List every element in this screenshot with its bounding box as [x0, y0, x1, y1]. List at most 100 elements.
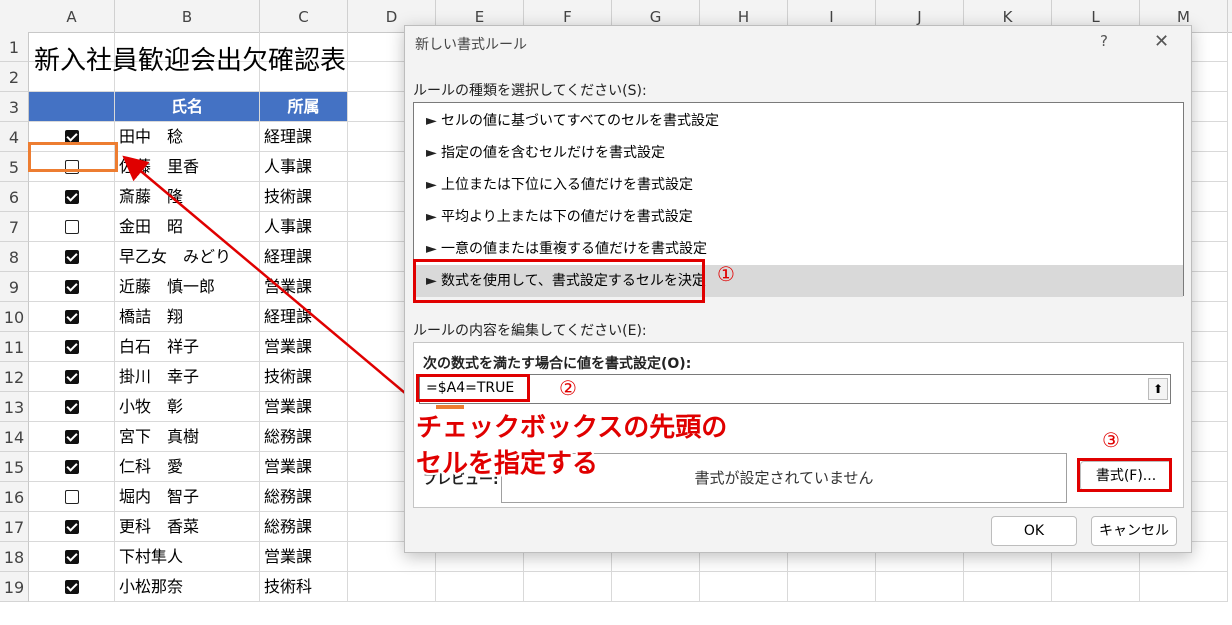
- checkbox-cell[interactable]: [29, 182, 115, 212]
- checked-checkbox-icon[interactable]: [65, 250, 79, 264]
- row-header-18[interactable]: 18: [0, 542, 29, 572]
- dept-cell[interactable]: 営業課: [260, 392, 348, 422]
- row-header-13[interactable]: 13: [0, 392, 29, 422]
- header-dept[interactable]: 所属: [260, 92, 348, 122]
- row-header-19[interactable]: 19: [0, 572, 29, 602]
- dept-cell[interactable]: 経理課: [260, 302, 348, 332]
- checked-checkbox-icon[interactable]: [65, 310, 79, 324]
- rule-type-item[interactable]: ► 平均より上または下の値だけを書式設定: [414, 201, 1183, 233]
- checkbox-cell[interactable]: [29, 422, 115, 452]
- row-header-3[interactable]: 3: [0, 92, 29, 122]
- name-cell[interactable]: 仁科 愛: [115, 452, 260, 482]
- row-header-12[interactable]: 12: [0, 362, 29, 392]
- collapse-dialog-icon[interactable]: ⬆: [1148, 378, 1168, 400]
- dept-cell[interactable]: 営業課: [260, 332, 348, 362]
- name-cell[interactable]: 橋詰 翔: [115, 302, 260, 332]
- name-cell[interactable]: 宮下 真樹: [115, 422, 260, 452]
- name-cell[interactable]: 近藤 慎一郎: [115, 272, 260, 302]
- checkbox-cell[interactable]: [29, 512, 115, 542]
- row-header-8[interactable]: 8: [0, 242, 29, 272]
- name-cell[interactable]: 下村隼人: [115, 542, 260, 572]
- row-header-5[interactable]: 5: [0, 152, 29, 182]
- checkbox-cell[interactable]: [29, 272, 115, 302]
- row-header-16[interactable]: 16: [0, 482, 29, 512]
- checkbox-cell[interactable]: [29, 572, 115, 602]
- close-icon[interactable]: ✕: [1154, 31, 1169, 52]
- dept-cell[interactable]: 技術課: [260, 362, 348, 392]
- row-header-1[interactable]: 1: [0, 32, 29, 62]
- row-header-14[interactable]: 14: [0, 422, 29, 452]
- name-cell[interactable]: 白石 祥子: [115, 332, 260, 362]
- name-cell[interactable]: 小牧 彰: [115, 392, 260, 422]
- dept-cell[interactable]: 経理課: [260, 242, 348, 272]
- dept-cell[interactable]: 人事課: [260, 152, 348, 182]
- dept-cell[interactable]: 総務課: [260, 422, 348, 452]
- cell[interactable]: [700, 572, 788, 602]
- checkbox-cell[interactable]: [29, 362, 115, 392]
- checked-checkbox-icon[interactable]: [65, 340, 79, 354]
- checked-checkbox-icon[interactable]: [65, 520, 79, 534]
- row-header-17[interactable]: 17: [0, 512, 29, 542]
- dept-cell[interactable]: 技術科: [260, 572, 348, 602]
- checked-checkbox-icon[interactable]: [65, 370, 79, 384]
- cell[interactable]: [348, 572, 436, 602]
- checkbox-cell[interactable]: [29, 302, 115, 332]
- cell[interactable]: [1052, 572, 1140, 602]
- checked-checkbox-icon[interactable]: [65, 550, 79, 564]
- name-cell[interactable]: 斎藤 隆: [115, 182, 260, 212]
- name-cell[interactable]: 早乙女 みどり: [115, 242, 260, 272]
- checked-checkbox-icon[interactable]: [65, 400, 79, 414]
- dept-cell[interactable]: 営業課: [260, 272, 348, 302]
- name-cell[interactable]: 金田 昭: [115, 212, 260, 242]
- checked-checkbox-icon[interactable]: [65, 580, 79, 594]
- dept-cell[interactable]: 総務課: [260, 512, 348, 542]
- row-header-7[interactable]: 7: [0, 212, 29, 242]
- row-header-15[interactable]: 15: [0, 452, 29, 482]
- name-cell[interactable]: 佐藤 里香: [115, 152, 260, 182]
- unchecked-checkbox-icon[interactable]: [65, 490, 79, 504]
- name-cell[interactable]: 掛川 幸子: [115, 362, 260, 392]
- row-header-11[interactable]: 11: [0, 332, 29, 362]
- name-cell[interactable]: 田中 稔: [115, 122, 260, 152]
- rule-type-item[interactable]: ► 指定の値を含むセルだけを書式設定: [414, 137, 1183, 169]
- checked-checkbox-icon[interactable]: [65, 460, 79, 474]
- cancel-button[interactable]: キャンセル: [1091, 516, 1177, 546]
- ok-button[interactable]: OK: [991, 516, 1077, 546]
- checkbox-cell[interactable]: [29, 332, 115, 362]
- dept-cell[interactable]: 営業課: [260, 542, 348, 572]
- dept-cell[interactable]: 人事課: [260, 212, 348, 242]
- cell[interactable]: [788, 572, 876, 602]
- dept-cell[interactable]: 営業課: [260, 452, 348, 482]
- checkbox-cell[interactable]: [29, 542, 115, 572]
- unchecked-checkbox-icon[interactable]: [65, 220, 79, 234]
- cell[interactable]: [964, 572, 1052, 602]
- cell[interactable]: [436, 572, 524, 602]
- row-header-9[interactable]: 9: [0, 272, 29, 302]
- cell[interactable]: [612, 572, 700, 602]
- column-header-a[interactable]: A: [29, 0, 115, 32]
- dept-cell[interactable]: 技術課: [260, 182, 348, 212]
- row-header-6[interactable]: 6: [0, 182, 29, 212]
- header-name[interactable]: 氏名: [115, 92, 260, 122]
- dept-cell[interactable]: 経理課: [260, 122, 348, 152]
- formula-input[interactable]: =$A4=TRUE ⬆: [419, 374, 1171, 404]
- cell[interactable]: [524, 572, 612, 602]
- cell[interactable]: [29, 92, 115, 122]
- sheet-title[interactable]: 新入社員歓迎会出欠確認表: [34, 40, 346, 77]
- help-button[interactable]: ?: [1100, 32, 1108, 50]
- rule-type-item[interactable]: ► セルの値に基づいてすべてのセルを書式設定: [414, 105, 1183, 137]
- row-header-4[interactable]: 4: [0, 122, 29, 152]
- name-cell[interactable]: 小松那奈: [115, 572, 260, 602]
- column-header-c[interactable]: C: [260, 0, 348, 32]
- cell[interactable]: [1140, 572, 1228, 602]
- name-cell[interactable]: 堀内 智子: [115, 482, 260, 512]
- selected-cell-a4[interactable]: [28, 142, 118, 172]
- row-header-10[interactable]: 10: [0, 302, 29, 332]
- row-header-2[interactable]: 2: [0, 62, 29, 92]
- checkbox-cell[interactable]: [29, 392, 115, 422]
- checkbox-cell[interactable]: [29, 482, 115, 512]
- checked-checkbox-icon[interactable]: [65, 190, 79, 204]
- rule-type-item[interactable]: ► 上位または下位に入る値だけを書式設定: [414, 169, 1183, 201]
- dept-cell[interactable]: 総務課: [260, 482, 348, 512]
- column-header-b[interactable]: B: [115, 0, 260, 32]
